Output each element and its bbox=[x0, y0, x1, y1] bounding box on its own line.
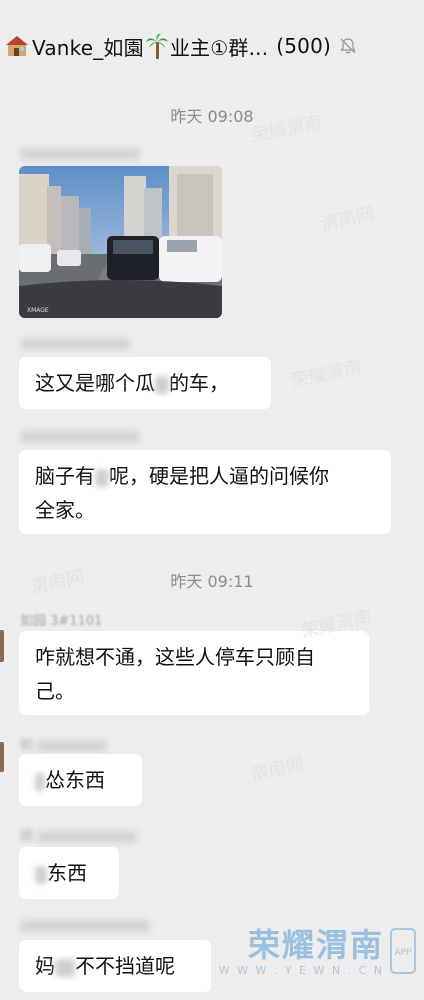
message-text: 全家。 bbox=[35, 498, 95, 522]
sender-name-blurred bbox=[20, 146, 140, 162]
chat-header: Vanke_如園 业主①群... (500) bbox=[0, 0, 424, 90]
sender-name-blurred bbox=[20, 429, 140, 445]
street-photo: XMAGE bbox=[19, 166, 222, 318]
chat-title-suffix: 业主①群... bbox=[169, 35, 269, 60]
chat-title[interactable]: Vanke_如園 业主①群... (500) bbox=[6, 30, 357, 62]
sender-name: 如园 3#1101 bbox=[20, 614, 103, 629]
sender-name-blurred: 如 bbox=[20, 734, 110, 753]
chat-image[interactable]: XMAGE bbox=[19, 166, 222, 318]
chat-bubble[interactable]: 脑子有 呢，硬是把人逼的问候你 全家。 bbox=[19, 450, 391, 534]
watermark-text: 渭南网 bbox=[318, 203, 376, 236]
message-text: 咋就想不通，这些人停车只顾自 bbox=[35, 645, 315, 669]
message-text: 怂东西 bbox=[45, 768, 105, 792]
brand-logo-text: 荣耀渭南 bbox=[247, 926, 384, 964]
message-text: 己。 bbox=[35, 679, 75, 703]
house-icon bbox=[6, 36, 28, 56]
chat-bubble[interactable]: 妈不不挡道呢 bbox=[19, 940, 211, 992]
brand-watermark: 荣耀渭南 W W W . Y E W N . C N bbox=[219, 926, 384, 977]
chat-bubble[interactable]: 这又是哪个瓜 的车， bbox=[19, 357, 271, 409]
watermark-text: 渭南网 bbox=[248, 753, 306, 786]
message-text: 呢，硬是把人逼的问候你 bbox=[109, 464, 329, 488]
sender-name-blurred bbox=[20, 336, 130, 352]
chat-bubble[interactable]: 咋就想不通，这些人停车只顾自 己。 bbox=[19, 631, 369, 715]
chat-bubble[interactable]: 怂东西 bbox=[19, 754, 142, 806]
watermark-text: 荣耀渭南 bbox=[288, 356, 364, 393]
chat-title-name: Vanke_如園 bbox=[32, 35, 144, 60]
message-text: 不不挡道呢 bbox=[75, 954, 175, 978]
mute-bell-icon bbox=[340, 38, 356, 54]
app-badge-icon: APP bbox=[390, 928, 416, 974]
photo-caption: XMAGE bbox=[27, 307, 49, 314]
timestamp: 昨天 09:11 bbox=[170, 572, 254, 591]
sender-name-blurred: 团 bbox=[20, 825, 140, 844]
message-text: 这又是哪个瓜 bbox=[35, 371, 155, 395]
message-text: 东西 bbox=[47, 861, 87, 885]
message-text: 妈 bbox=[35, 954, 55, 978]
message-text: 的车， bbox=[169, 371, 229, 395]
member-count: (500) bbox=[276, 34, 332, 58]
message-text: 脑子有 bbox=[35, 464, 95, 488]
sender-name-blurred bbox=[20, 918, 150, 934]
brand-url: W W W . Y E W N . C N bbox=[218, 964, 384, 977]
avatar-edge[interactable] bbox=[0, 742, 4, 772]
avatar-edge[interactable] bbox=[0, 630, 4, 662]
timestamp: 昨天 09:08 bbox=[170, 107, 254, 126]
palm-tree-icon bbox=[145, 33, 168, 59]
chat-bubble[interactable]: 东西 bbox=[19, 847, 119, 899]
